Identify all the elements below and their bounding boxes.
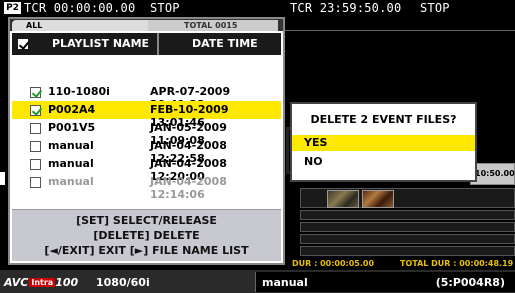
row-checkbox[interactable] [30,159,41,170]
timeline-track [300,210,515,220]
column-header-date[interactable]: DATE TIME [192,37,258,50]
timeline-timecode: 10:50.00 [475,169,515,178]
total-duration-label: TOTAL DUR : 00:00:48.19 [400,259,514,268]
tab-all[interactable]: ALL [12,20,152,31]
tab-total: TOTAL 0015 [148,20,278,31]
codec-name: AVC [4,276,29,289]
tcr-right: TCR 23:59:50.00 [290,1,402,15]
playlist-row[interactable]: P001V5 JAN-05-2009 11:09:08 [12,119,281,147]
codec-intra: Intra [29,278,56,287]
tcr-left: TCR 00:00:00.00 [24,1,136,15]
help-line: [DELETE] DELETE [93,229,200,242]
mode-label: manual [262,276,308,289]
state-left: STOP [150,1,180,15]
row-name: manual [48,157,94,170]
row-name: P001V5 [48,121,96,134]
delete-confirm-dialog: DELETE 2 EVENT FILES? YES NO [290,102,477,182]
row-name: P002A4 [48,103,96,116]
playlist-tabs: ALL TOTAL 0015 [10,19,283,31]
slot-badge: P2 [4,2,21,14]
row-name: 110-1080i [48,85,110,98]
playlist-row[interactable]: P002A4 FEB-10-2009 13:01:46 [12,101,281,129]
duration-label: DUR : 00:00:05.00 [292,259,375,268]
row-name: manual [48,139,94,152]
timeline-track [300,222,515,232]
playlist-panel: ALL TOTAL 0015 PLAYLIST NAME DATE TIME 1… [8,17,285,265]
row-checkbox[interactable] [30,123,41,134]
dialog-no-option[interactable]: NO [292,154,475,170]
select-all-checkbox[interactable] [18,39,28,49]
timeline-left-marker [0,172,5,185]
row-checkbox[interactable] [30,177,41,188]
clip-thumbnail[interactable] [327,190,359,208]
state-right: STOP [420,1,450,15]
column-divider [157,33,159,55]
column-header-name[interactable]: PLAYLIST NAME [52,37,149,50]
row-checkbox[interactable] [30,87,41,98]
clip-thumbnail[interactable] [362,190,394,208]
row-checkbox[interactable] [30,141,41,152]
help-line: [◄/EXIT] EXIT [►] FILE NAME LIST [44,244,249,257]
dialog-yes-option[interactable]: YES [292,135,475,151]
status-bar: P2 TCR 00:00:00.00 STOP TCR 23:59:50.00 … [0,0,515,17]
editor-divider [285,30,515,31]
help-line: [SET] SELECT/RELEASE [76,214,217,227]
timeline-track [300,234,515,244]
playlist-row[interactable]: 110-1080i APR-07-2009 20:41:32 [12,83,281,111]
playlist-row[interactable]: manual JAN-04-2008 12:14:06 [12,173,281,201]
codec-logo: AVC Intra 100 [4,276,78,289]
dialog-title: DELETE 2 EVENT FILES? [310,113,457,126]
row-date: JAN-04-2008 12:14:06 [150,175,227,201]
video-format: 1080/60i [96,276,150,289]
clip-id: (5:P004R8) [435,276,505,289]
row-checkbox[interactable] [30,105,41,116]
playlist-row[interactable]: manual JAN-04-2008 12:22:58 [12,137,281,165]
playlist-row[interactable]: manual JAN-04-2008 12:20:00 [12,155,281,183]
help-panel: [SET] SELECT/RELEASE [DELETE] DELETE [◄/… [12,209,281,261]
playlist-header: PLAYLIST NAME DATE TIME [12,33,281,55]
timeline-track [300,246,515,256]
row-name: manual [48,175,94,188]
codec-suffix: 100 [55,276,79,289]
